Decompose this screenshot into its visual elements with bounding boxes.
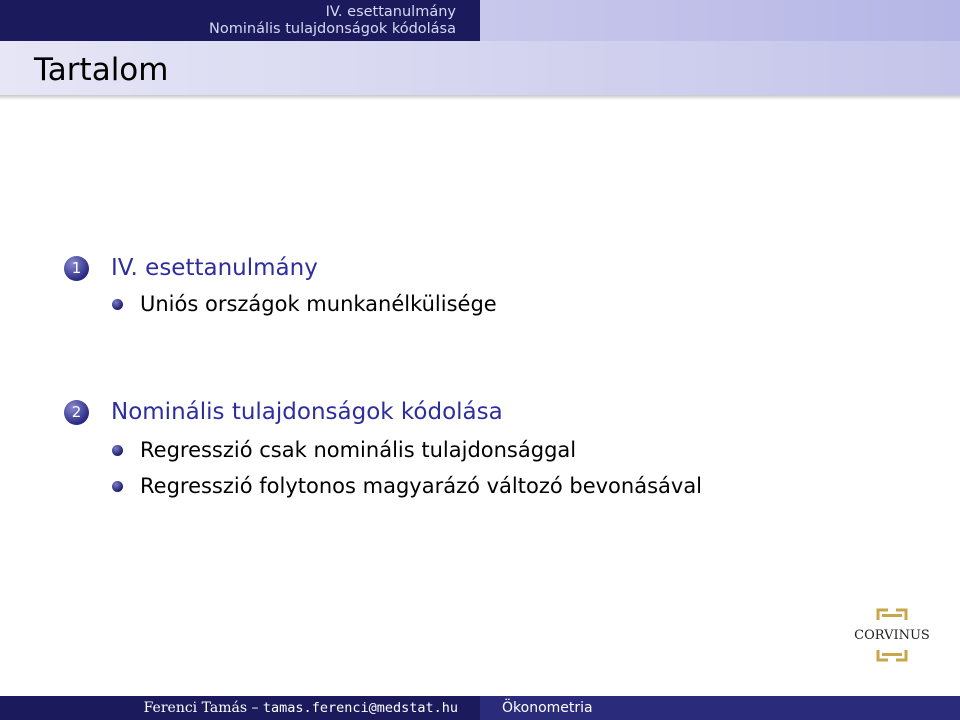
bullet-icon: [112, 298, 123, 310]
subsection-title: Uniós országok munkanélkülisége: [140, 292, 497, 316]
toc-subsection-2-2[interactable]: Regresszió folytonos magyarázó változó b…: [112, 473, 702, 499]
logo-wordmark: CORVINUS: [854, 628, 930, 643]
section-title: IV. esettanulmány: [111, 255, 318, 281]
footer-separator: –: [247, 700, 263, 716]
header-subsection-link[interactable]: Nominális tulajdonságok kódolása: [209, 21, 456, 38]
section-number-badge: 2: [64, 399, 89, 425]
toc-section-1[interactable]: 1 IV. esettanulmány: [64, 254, 318, 282]
footer-email: tamas.ferenci@medstat.hu: [262, 700, 458, 716]
corvinus-logo: CORVINUS: [854, 608, 930, 662]
footer-course: Ökonometria: [502, 700, 593, 716]
footer-author: Ferenci Tamás: [143, 700, 248, 716]
footer-course-block: Ökonometria: [480, 696, 960, 720]
toc-subsection-2-1[interactable]: Regresszió csak nominális tulajdonsággal: [112, 437, 576, 463]
footer-bar: Ferenci Tamás – tamas.ferenci@medstat.hu…: [0, 696, 960, 720]
bullet-icon: [112, 444, 123, 456]
toc-section-2[interactable]: 2 Nominális tulajdonságok kódolása: [64, 398, 503, 426]
toc-subsection-1-1[interactable]: Uniós országok munkanélkülisége: [112, 291, 497, 317]
frame-title: Tartalom: [34, 52, 169, 88]
subsection-title: Regresszió csak nominális tulajdonsággal: [140, 438, 577, 462]
title-bar-shadow: [0, 95, 960, 100]
bullet-icon: [112, 480, 123, 492]
header-navigation: IV. esettanulmány Nominális tulajdonságo…: [0, 0, 480, 41]
header-bar: IV. esettanulmány Nominális tulajdonságo…: [0, 0, 960, 41]
subsection-title: Regresszió folytonos magyarázó változó b…: [140, 474, 703, 498]
header-section-link[interactable]: IV. esettanulmány: [326, 4, 456, 21]
header-right-panel: [480, 0, 960, 41]
footer-author-block: Ferenci Tamás – tamas.ferenci@medstat.hu: [0, 696, 480, 720]
section-number-badge: 1: [64, 255, 89, 281]
section-title: Nominális tulajdonságok kódolása: [111, 399, 503, 425]
